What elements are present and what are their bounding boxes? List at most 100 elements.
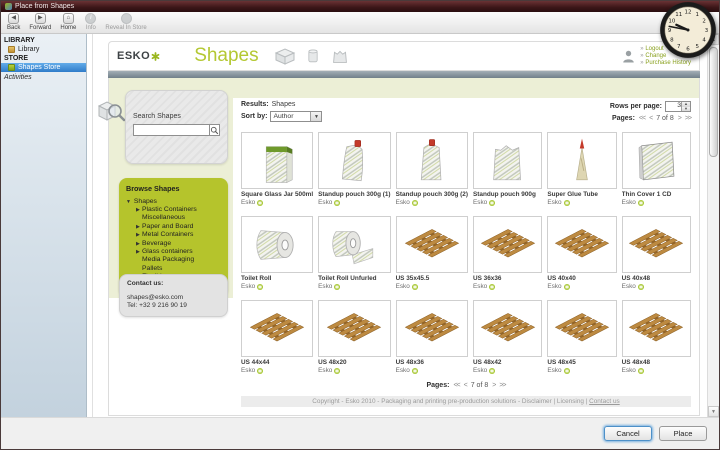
product-image-bag [473, 132, 542, 189]
product-image-pallet [396, 216, 468, 273]
account-link-purchase-history[interactable]: Purchase History [640, 60, 691, 67]
product-card-us-48x36[interactable]: US 48x36Esko [396, 300, 468, 374]
esko-vendor-star-icon [412, 284, 418, 290]
product-card-super-glue-tube[interactable]: Super Glue TubeEsko [547, 132, 616, 206]
browse-item-media-packaging[interactable]: Media Packaging [126, 256, 223, 264]
product-title: US 48x45 [547, 359, 616, 366]
pager-top: Pages:<<<7 of 8>>> [612, 115, 691, 122]
browse-item-pallets[interactable]: Pallets [126, 265, 223, 273]
toolbar-button-forward[interactable]: ▶Forward [29, 13, 51, 31]
product-title: Toilet Roll Unfurled [318, 275, 390, 282]
product-card-standup-pouch-900g[interactable]: Standup pouch 900gEsko [473, 132, 542, 206]
chevron-down-icon[interactable]: ▼ [310, 112, 321, 121]
product-card-square-glass-jar-500ml[interactable]: Square Glass Jar 500mlEsko [241, 132, 313, 206]
pager-prev[interactable]: < [464, 382, 467, 389]
product-card-standup-pouch-300g-1[interactable]: Standup pouch 300g (1)Esko [318, 132, 390, 206]
product-card-us-40x48[interactable]: US 40x48Esko [622, 216, 691, 290]
can-icon [303, 46, 323, 66]
contact-us-link[interactable]: Contact us [589, 398, 620, 405]
pager-first[interactable]: << [453, 382, 459, 389]
vertical-scrollbar[interactable]: ▲ ▼ [707, 34, 719, 417]
product-vendor: Esko [241, 367, 313, 374]
scrollbar-thumb[interactable] [709, 47, 718, 157]
product-card-us-40x40[interactable]: US 40x40Esko [547, 216, 616, 290]
spin-down-icon[interactable]: ▼ [682, 107, 690, 112]
desktop-clock-gadget[interactable]: 121234567891011 [659, 1, 717, 59]
place-button[interactable]: Place [659, 426, 707, 441]
pager-first[interactable]: << [639, 115, 645, 122]
product-card-us-35x45-5[interactable]: US 35x45.5Esko [396, 216, 468, 290]
sidebar-item-library[interactable]: Library [1, 45, 86, 54]
search-input[interactable] [133, 124, 209, 136]
product-card-thin-cover-1-cd[interactable]: Thin Cover 1 CDEsko [622, 132, 691, 206]
scroll-down-icon[interactable]: ▼ [708, 406, 719, 417]
product-image-roll [241, 216, 313, 273]
browse-item-paper-and-board[interactable]: ▶Paper and Board [126, 223, 223, 231]
product-card-us-36x36[interactable]: US 36x36Esko [473, 216, 542, 290]
product-image-pallet [547, 216, 616, 273]
toolbar-button-reveal-in-store[interactable]: Reveal In Store [105, 13, 146, 31]
toolbar-button-label: Home [60, 25, 76, 31]
esko-vendor-star-icon [257, 284, 263, 290]
sidebar-section-library: LIBRARY [1, 36, 86, 45]
toolbar-button-info[interactable]: iInfo [85, 13, 96, 31]
product-title: US 48x48 [622, 359, 691, 366]
search-button[interactable] [209, 124, 220, 136]
product-card-us-48x45[interactable]: US 48x45Esko [547, 300, 616, 374]
browse-item-beverage[interactable]: ▶Beverage [126, 240, 223, 248]
browse-root-shapes[interactable]: ▼ Shapes [126, 198, 223, 205]
main-area: LIBRARYLibrarySTOREShapes StoreActivitie… [1, 34, 719, 417]
pager-last[interactable]: >> [685, 115, 691, 122]
toolbar-button-home[interactable]: ⌂Home [60, 13, 76, 31]
product-vendor: Esko [318, 199, 390, 206]
product-title: Square Glass Jar 500ml [241, 191, 313, 198]
browse-item-label: Plastic Containers [142, 206, 197, 213]
browse-item-miscellaneous[interactable]: Miscellaneous [126, 214, 223, 222]
pager-prev[interactable]: < [649, 115, 652, 122]
sidebar-item-label: Library [18, 46, 39, 53]
product-title: US 40x48 [622, 275, 691, 282]
info-icon: i [85, 13, 96, 24]
sidebar-item-shapes-store[interactable]: Shapes Store [1, 63, 86, 72]
browse-item-glass-containers[interactable]: ▶Glass containers [126, 248, 223, 256]
browse-item-plastic-containers[interactable]: ▶Plastic Containers [126, 206, 223, 214]
contact-title: Contact us: [127, 280, 220, 287]
product-card-toilet-roll[interactable]: Toilet RollEsko [241, 216, 313, 290]
sort-by-select[interactable]: Author ▼ [270, 111, 322, 122]
toolbar-button-label: Forward [29, 25, 51, 31]
product-card-us-48x20[interactable]: US 48x20Esko [318, 300, 390, 374]
esko-star-icon [151, 52, 160, 61]
svg-text:8: 8 [670, 37, 674, 43]
product-card-us-48x48[interactable]: US 48x48Esko [622, 300, 691, 374]
product-card-us-48x42[interactable]: US 48x42Esko [473, 300, 542, 374]
product-card-us-44x44[interactable]: US 44x44Esko [241, 300, 313, 374]
product-image-pallet [241, 300, 313, 357]
contact-phone: Tel: +32 9 216 90 19 [127, 302, 220, 310]
browse-item-metal-containers[interactable]: ▶Metal Containers [126, 231, 223, 239]
vendor-name: Esko [547, 283, 561, 290]
cancel-button[interactable]: Cancel [604, 426, 652, 441]
product-vendor: Esko [318, 367, 390, 374]
vendor-name: Esko [396, 283, 410, 290]
rows-per-page-stepper[interactable]: 3 ▲ ▼ [665, 101, 691, 112]
product-vendor: Esko [547, 283, 616, 290]
browse-item-label: Paper and Board [142, 223, 193, 230]
pager-next[interactable]: > [492, 382, 495, 389]
library-icon [8, 46, 15, 53]
sidebar-activities[interactable]: Activities [1, 72, 86, 83]
product-card-standup-pouch-300g-2[interactable]: Standup pouch 300g (2)Esko [396, 132, 468, 206]
pager-next[interactable]: > [678, 115, 681, 122]
svg-text:3: 3 [705, 28, 709, 34]
shapes-store-page: ESKO Shapes [108, 41, 700, 416]
contact-email[interactable]: shapes@esko.com [127, 294, 220, 302]
rows-per-page-label: Rows per page: [610, 103, 662, 110]
box-icon [273, 46, 297, 66]
vendor-name: Esko [318, 367, 332, 374]
pager-last[interactable]: >> [499, 382, 505, 389]
sort-by-label: Sort by: [241, 113, 267, 120]
svg-text:6: 6 [686, 47, 690, 53]
toolbar-button-back[interactable]: ◀Back [7, 13, 20, 31]
esko-vendor-star-icon [564, 284, 570, 290]
product-card-toilet-roll-unfurled[interactable]: Toilet Roll UnfurledEsko [318, 216, 390, 290]
browse-item-label: Media Packaging [142, 256, 194, 263]
